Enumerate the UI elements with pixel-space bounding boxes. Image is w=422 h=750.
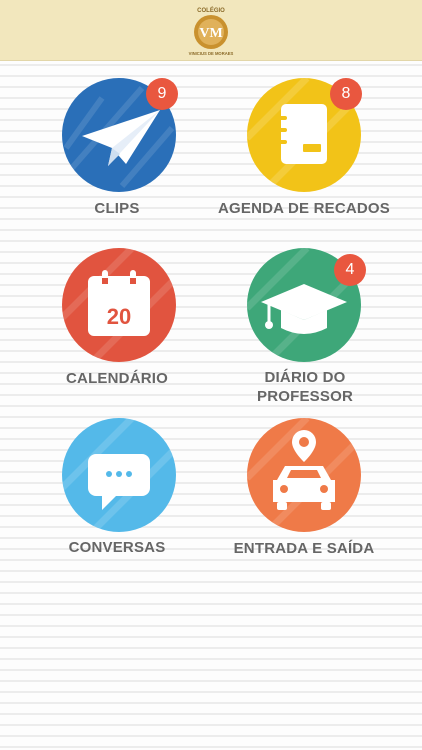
clips-badge: 9 [146,78,178,110]
calendar-day: 20 [107,304,131,329]
logo-text-bottom: VINICIUS DE MORAES [189,51,234,56]
conversas-icon-circle [62,418,176,532]
tile-agenda-de-recados[interactable]: 8 AGENDA DE RECADOS [210,78,400,238]
agenda-badge: 8 [330,78,362,110]
car-location-icon [247,418,361,532]
school-logo: VM COLÉGIO VINICIUS DE MORAES [189,6,234,56]
conversas-label: CONVERSAS [68,539,166,556]
tile-conversas[interactable]: CONVERSAS [22,418,212,578]
tile-calendario[interactable]: 20 CALENDÁRIO [22,248,212,408]
logo-monogram: VM [199,26,222,41]
tile-clips[interactable]: 9 CLIPS [22,78,212,238]
entrada-icon-circle [247,418,361,532]
calendar-icon: 20 [62,248,176,362]
chat-bubble-icon [62,418,176,532]
diario-label-line1: DIÁRIO DO [264,369,346,386]
header-bar: VM COLÉGIO VINICIUS DE MORAES [0,0,422,61]
logo-text-top: COLÉGIO [197,6,225,14]
calendario-label: CALENDÁRIO [66,370,168,387]
diario-badge: 4 [334,254,366,286]
entrada-label: ENTRADA E SAÍDA [233,540,375,557]
tile-entrada-e-saida[interactable]: ENTRADA E SAÍDA [210,418,400,578]
agenda-label: AGENDA DE RECADOS [217,200,391,217]
tile-diario-do-professor[interactable]: 4 DIÁRIO DO PROFESSOR [210,248,400,408]
diario-label-line2: PROFESSOR [257,388,353,405]
clips-label: CLIPS [94,200,140,217]
calendar-icon-circle: 20 [62,248,176,362]
